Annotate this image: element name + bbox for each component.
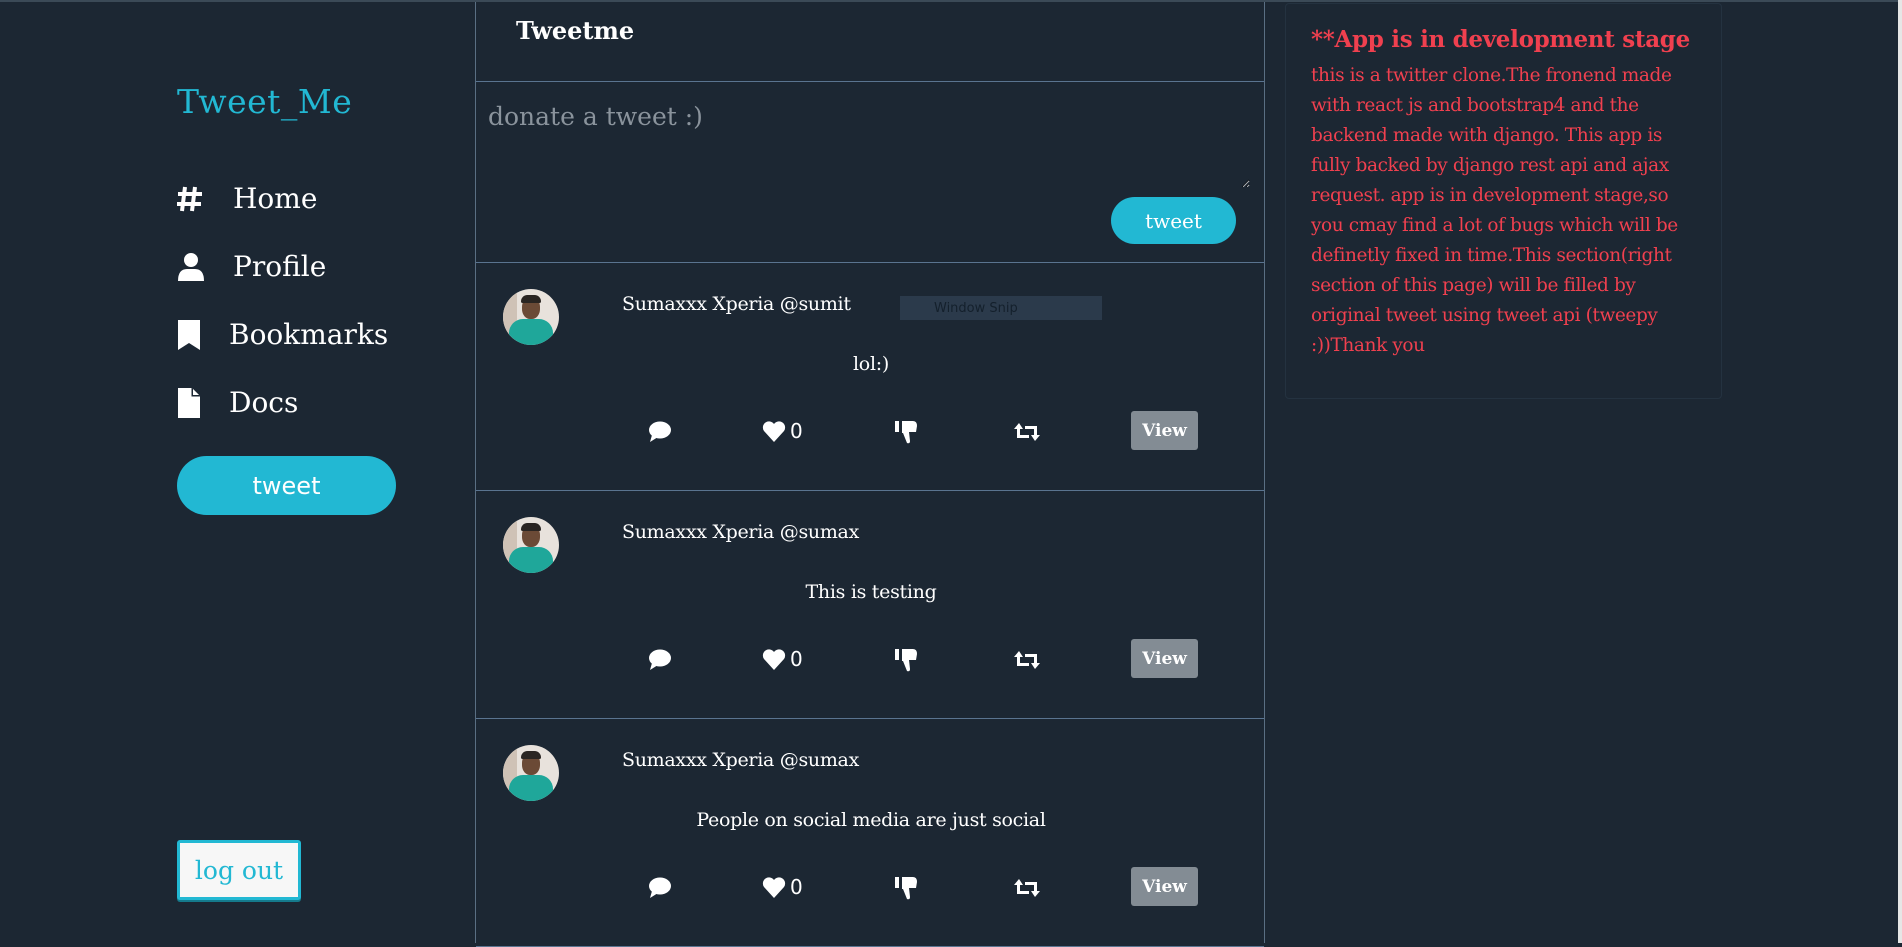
like-button[interactable]: 0 [762,647,803,671]
retweet-icon [1014,423,1040,441]
tweet-card: Sumaxxx Xperia @sumax People on social m… [476,719,1264,947]
comment-button[interactable] [648,649,672,671]
heart-icon [762,648,786,670]
tweet-author[interactable]: Sumaxxx Xperia @sumit [622,293,851,315]
like-button[interactable]: 0 [762,419,803,443]
thumbs-down-icon [895,421,917,444]
avatar[interactable] [503,745,559,801]
dislike-button[interactable] [894,419,918,445]
retweet-button[interactable] [1013,421,1041,443]
window-snip-tooltip: Window Snip [900,296,1102,320]
sidebar-item-label: Profile [233,250,327,283]
view-tweet-button[interactable]: View [1131,867,1198,906]
tweet-actions: 0 View [476,639,1266,683]
sidebar-item-docs[interactable]: Docs [177,386,298,419]
like-count: 0 [790,647,803,671]
view-tweet-button[interactable]: View [1131,639,1198,678]
feed-column: Tweetme tweet Sumaxxx Xperia @sumit Wind… [475,2,1265,947]
bookmark-icon [177,319,213,351]
tweet-content: lol:) [853,353,889,375]
sidebar-item-label: Docs [229,386,299,419]
retweet-icon [1014,879,1040,897]
avatar[interactable] [503,517,559,573]
like-button[interactable]: 0 [762,875,803,899]
retweet-button[interactable] [1013,649,1041,671]
file-icon [177,387,213,419]
notice-title: **App is in development stage [1311,26,1690,53]
feed-header: Tweetme [476,2,1264,82]
sidebar-item-bookmarks[interactable]: Bookmarks [177,318,388,351]
comment-button[interactable] [648,421,672,443]
user-icon [177,251,213,283]
comment-icon [649,649,671,670]
tweet-actions: 0 View [476,411,1266,455]
tweet-input[interactable] [488,102,1250,188]
tweet-card: Sumaxxx Xperia @sumax This is testing 0 … [476,491,1264,719]
tweet-author[interactable]: Sumaxxx Xperia @sumax [622,749,859,771]
scrollbar[interactable] [1898,0,1902,943]
retweet-icon [1014,651,1040,669]
avatar[interactable] [503,289,559,345]
development-notice-card: **App is in development stage this is a … [1285,3,1722,399]
hashtag-icon [177,183,213,215]
comment-icon [649,877,671,898]
tweet-content: This is testing [805,581,937,603]
dislike-button[interactable] [894,647,918,673]
logout-button[interactable]: log out [177,840,301,900]
heart-icon [762,876,786,898]
thumbs-down-icon [895,877,917,900]
comment-button[interactable] [648,877,672,899]
sidebar-item-profile[interactable]: Profile [177,250,326,283]
retweet-button[interactable] [1013,877,1041,899]
tweet-author[interactable]: Sumaxxx Xperia @sumax [622,521,859,543]
sidebar-item-home[interactable]: Home [177,182,317,215]
sidebar-item-label: Bookmarks [229,318,389,351]
sidebar: Tweet_Me Home Profile Bookmarks Docs twe… [0,0,475,943]
compose-box: tweet [476,82,1264,263]
thumbs-down-icon [895,649,917,672]
notice-body: this is a twitter clone.The fronend made… [1311,65,1678,356]
like-count: 0 [790,419,803,443]
app-logo[interactable]: Tweet_Me [177,82,352,121]
submit-tweet-button[interactable]: tweet [1111,197,1236,244]
tweet-actions: 0 View [476,867,1266,911]
like-count: 0 [790,875,803,899]
tweet-content: People on social media are just social [696,809,1046,831]
page-title: Tweetme [516,16,635,45]
sidebar-tweet-button[interactable]: tweet [177,456,396,515]
view-tweet-button[interactable]: View [1131,411,1198,450]
tweet-card: Sumaxxx Xperia @sumit Window Snip lol:) … [476,263,1264,491]
dislike-button[interactable] [894,875,918,901]
comment-icon [649,421,671,442]
sidebar-item-label: Home [233,182,318,215]
heart-icon [762,420,786,442]
